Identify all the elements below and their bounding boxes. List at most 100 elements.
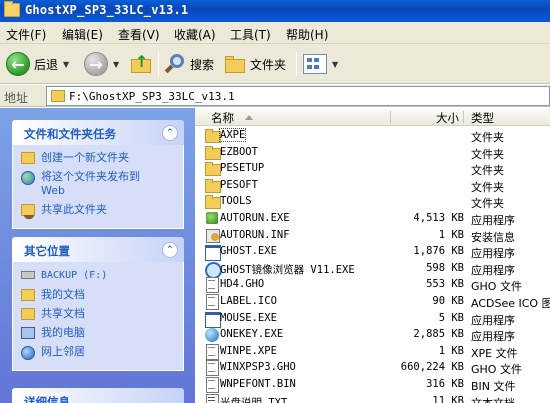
search-button[interactable]: 搜索 xyxy=(164,50,214,78)
file-row[interactable]: TOOLS 文件夹 xyxy=(195,193,550,210)
task-label: 创建一个新文件夹 xyxy=(41,151,129,164)
file-type: BIN 文件 xyxy=(471,380,516,393)
toolbar-separator xyxy=(158,52,159,76)
file-row[interactable]: PESETUP 文件夹 xyxy=(195,160,550,177)
forward-button[interactable]: → ▼ xyxy=(84,50,119,78)
column-size[interactable]: 大小 xyxy=(436,110,459,126)
panel-title: 文件和文件夹任务 xyxy=(24,127,116,141)
file-size: 2,885 KB xyxy=(413,328,464,341)
panel-header[interactable]: 文件和文件夹任务 ⌃ xyxy=(12,120,184,145)
task-label: 共享此文件夹 xyxy=(41,203,107,216)
place-label: 网上邻居 xyxy=(41,345,85,358)
column-separator[interactable] xyxy=(390,111,391,123)
address-label: 地址 xyxy=(4,91,29,105)
collapse-chevron-icon[interactable]: ⌃ xyxy=(162,242,178,258)
folders-button[interactable]: 文件夹 xyxy=(224,50,286,78)
back-button[interactable]: ← 后退 ▼ xyxy=(6,50,69,78)
file-type: 文件夹 xyxy=(471,197,504,211)
panel-header[interactable]: 其它位置 ⌃ xyxy=(12,237,184,262)
search-label: 搜索 xyxy=(190,57,215,72)
file-name: ONEKEY.EXE xyxy=(220,328,284,341)
menu-edit[interactable]: 编辑(E) xyxy=(62,26,103,43)
file-row[interactable]: MOUSE.EXE 5 KB 应用程序 xyxy=(195,310,550,328)
computer-icon xyxy=(21,327,35,339)
place-shared-documents[interactable]: 共享文档 xyxy=(19,307,177,321)
place-label: 我的电脑 xyxy=(41,326,85,339)
file-row[interactable]: HD4.GHO 553 KB GHO 文件 xyxy=(195,276,550,294)
address-input[interactable]: F:\GhostXP_SP3_33LC_v13.1 xyxy=(46,86,550,106)
file-row[interactable]: AUTORUN.EXE 4,513 KB 应用程序 xyxy=(195,210,550,227)
place-my-computer[interactable]: 我的电脑 xyxy=(19,326,177,340)
up-button[interactable]: ↑ xyxy=(130,50,152,78)
file-type: 文件夹 xyxy=(471,131,504,144)
file-row[interactable]: WINXPSP3.GHO 660,224 KB GHO 文件 xyxy=(195,359,550,377)
folders-label: 文件夹 xyxy=(250,57,287,72)
file-row[interactable]: 光盘说明.TXT 11 KB 文本文档 xyxy=(195,393,550,403)
file-name: GHOST镜像浏览器 V11.EXE xyxy=(220,263,355,276)
file-name: GHOST.EXE xyxy=(220,245,277,258)
place-network[interactable]: 网上邻居 xyxy=(19,345,177,360)
file-type: 安装信息 xyxy=(471,230,515,244)
views-dropdown-icon[interactable]: ▼ xyxy=(332,60,338,69)
file-row[interactable]: ONEKEY.EXE 2,885 KB 应用程序 xyxy=(195,326,550,343)
folder-icon xyxy=(204,161,221,177)
collapse-chevron-icon[interactable]: ⌃ xyxy=(162,125,178,141)
sort-ascending-icon xyxy=(245,115,253,120)
back-label: 后退 xyxy=(34,57,59,72)
window-icon xyxy=(204,311,221,328)
file-row[interactable]: EZBOOT 文件夹 xyxy=(195,144,550,161)
file-size: 316 KB xyxy=(426,378,464,390)
title-bar[interactable]: GhostXP_SP3_33LC_v13.1 xyxy=(0,0,550,22)
drive-icon xyxy=(21,271,35,279)
file-row[interactable]: WNPEFONT.BIN 316 KB BIN 文件 xyxy=(195,376,550,393)
publish-web-icon xyxy=(21,171,35,185)
file-name: 光盘说明.TXT xyxy=(220,396,288,403)
file-type: 应用程序 xyxy=(471,330,515,344)
menu-bar: 文件(F) 编辑(E) 查看(V) 收藏(A) 工具(T) 帮助(H) xyxy=(0,22,550,44)
exe-icon xyxy=(204,211,220,225)
file-name: TOOLS xyxy=(220,195,252,208)
file-name: LABEL.ICO xyxy=(220,295,277,307)
panel-body: BACKUP (F:) 我的文档 共享文档 我的电脑 网上邻居 xyxy=(12,262,184,371)
file-row[interactable]: WINPE.XPE 1 KB XPE 文件 xyxy=(195,343,550,360)
menu-help[interactable]: 帮助(H) xyxy=(286,26,328,43)
place-label: 共享文档 xyxy=(41,307,85,320)
panel-title: 其它位置 xyxy=(24,244,70,258)
back-dropdown-icon[interactable]: ▼ xyxy=(63,60,69,69)
menu-file[interactable]: 文件(F) xyxy=(6,26,46,43)
folder-icon xyxy=(204,194,221,210)
views-button[interactable]: ▼ xyxy=(303,50,338,78)
address-bar: 地址 F:\GhostXP_SP3_33LC_v13.1 xyxy=(0,85,550,107)
panel-header[interactable]: 详细信息 xyxy=(12,388,184,403)
place-backup-drive[interactable]: BACKUP (F:) xyxy=(19,268,177,283)
task-create-folder[interactable]: 创建一个新文件夹 xyxy=(19,151,177,165)
file-size: 598 KB xyxy=(426,261,464,274)
task-publish-web[interactable]: 将这个文件夹发布到 Web xyxy=(19,170,177,198)
place-label: BACKUP (F:) xyxy=(41,270,108,281)
file-row[interactable]: AUTORUN.INF 1 KB 安装信息 xyxy=(195,227,550,244)
file-name: EZBOOT xyxy=(220,145,258,158)
shared-documents-icon xyxy=(21,308,35,320)
share-folder-icon xyxy=(21,204,35,219)
menu-favorites[interactable]: 收藏(A) xyxy=(174,26,216,43)
menu-view[interactable]: 查看(V) xyxy=(118,26,160,43)
file-row[interactable]: LABEL.ICO 90 KB ACDSee ICO 图像 xyxy=(195,293,550,310)
forward-dropdown-icon[interactable]: ▼ xyxy=(113,60,119,69)
menu-tools[interactable]: 工具(T) xyxy=(230,26,271,43)
task-share-folder[interactable]: 共享此文件夹 xyxy=(19,203,177,219)
place-my-documents[interactable]: 我的文档 xyxy=(19,288,177,302)
file-row[interactable]: AXPE 文件夹 xyxy=(195,127,550,144)
column-separator[interactable] xyxy=(463,111,464,123)
folder-icon xyxy=(4,1,20,17)
file-size: 90 KB xyxy=(432,295,464,307)
file-row[interactable]: PESOFT 文件夹 xyxy=(195,177,550,194)
file-row[interactable]: GHOST.EXE 1,876 KB 应用程序 xyxy=(195,243,550,262)
file-row[interactable]: GHOST镜像浏览器 V11.EXE 598 KB 应用程序 xyxy=(195,260,550,279)
column-name[interactable]: 名称 xyxy=(211,110,234,126)
doc-icon xyxy=(204,377,220,393)
column-type[interactable]: 类型 xyxy=(471,110,494,126)
window-title: GhostXP_SP3_33LC_v13.1 xyxy=(25,3,189,17)
file-name: MOUSE.EXE xyxy=(220,311,277,324)
file-size: 553 KB xyxy=(426,278,464,291)
details-panel: 详细信息 xyxy=(12,388,184,403)
